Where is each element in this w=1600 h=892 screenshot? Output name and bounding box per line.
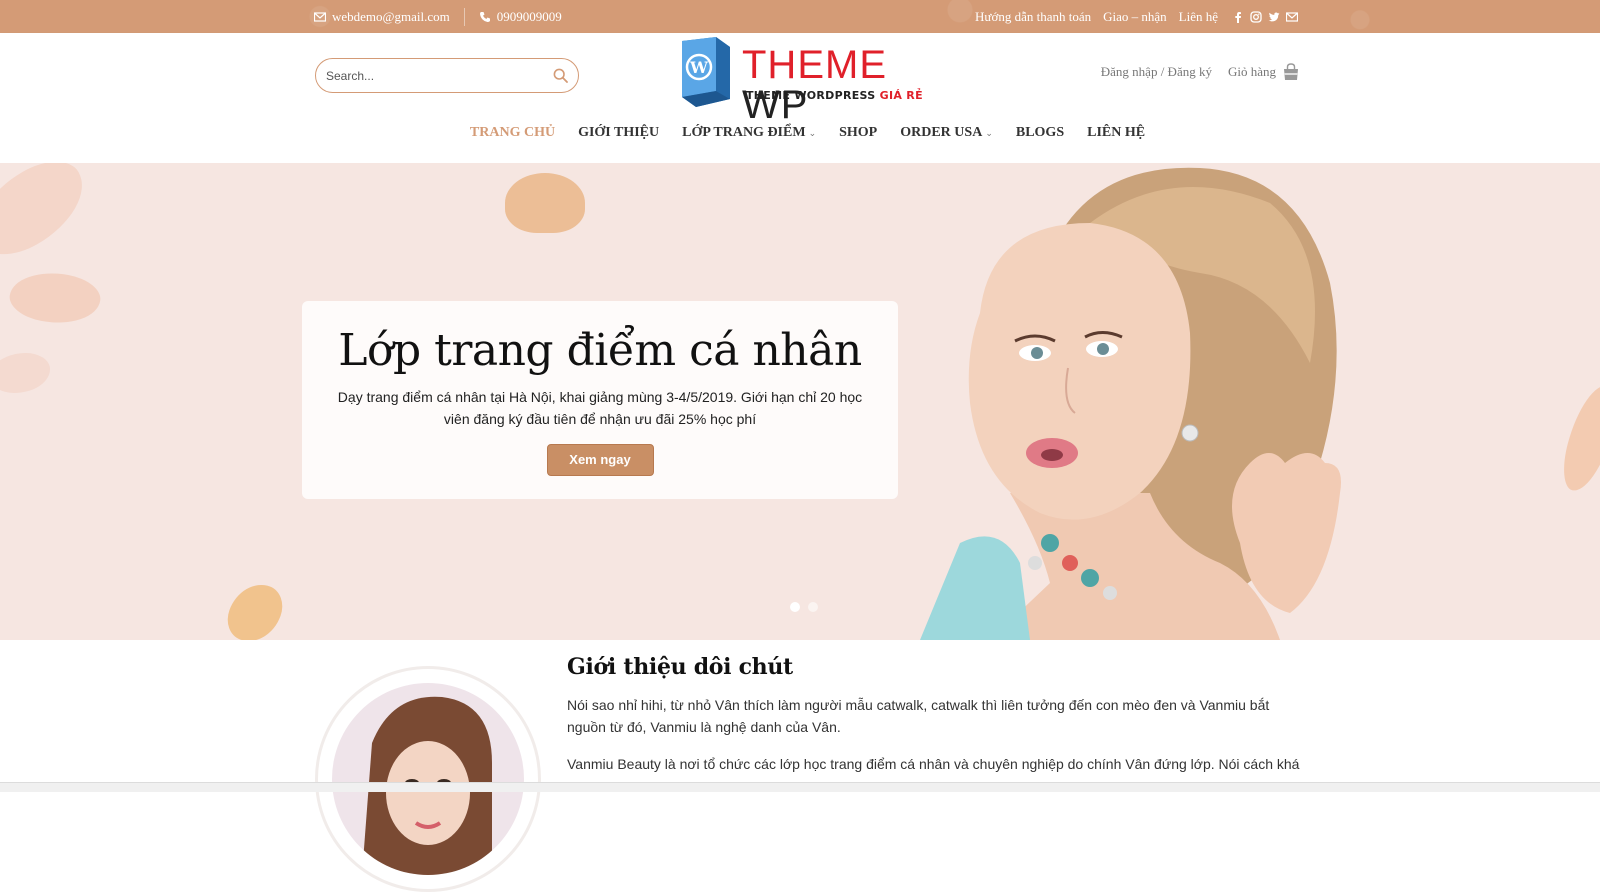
nav-item-contact[interactable]: LIÊN HỆ (1087, 125, 1145, 141)
nav-item-shop[interactable]: SHOP (839, 125, 877, 141)
facebook-icon[interactable] (1232, 11, 1244, 23)
site-header: W THEME WP THEME WORDPRESS GIÁ RẺ Đăng n… (0, 33, 1600, 163)
decorative-petal (221, 576, 289, 640)
email-text: webdemo@gmail.com (332, 8, 450, 24)
shopping-bag-icon (1284, 63, 1298, 80)
slider-dot-2[interactable] (808, 602, 818, 612)
decorative-petal (0, 163, 100, 269)
wordpress-box-icon: W (682, 37, 730, 107)
social-icons (1232, 10, 1298, 23)
instagram-icon[interactable] (1250, 10, 1262, 23)
about-title: Giới thiệu dôi chút (567, 654, 793, 680)
twitter-icon[interactable] (1268, 11, 1280, 23)
cart-link[interactable]: Giỏ hàng (1228, 63, 1300, 81)
search-box[interactable] (315, 58, 579, 93)
site-logo[interactable]: W THEME WP THEME WORDPRESS GIÁ RẺ (676, 35, 951, 125)
phone-link[interactable]: 0909009009 (479, 9, 562, 25)
about-portrait (315, 666, 541, 892)
hero-title: Lớp trang điểm cá nhân (338, 325, 862, 376)
slider-dot-1[interactable] (790, 602, 800, 612)
model-portrait-image (920, 167, 1341, 640)
nav-label: GIỚI THIỆU (578, 125, 660, 140)
nav-label: BLOGS (1015, 125, 1065, 140)
cart-label: Giỏ hàng (1227, 64, 1276, 79)
nav-label: ORDER USA (900, 125, 983, 140)
top-bar: webdemo@gmail.com 0909009009 Hướng dẫn t… (0, 0, 1600, 33)
nav-label: LỚP TRANG ĐIỂM (682, 125, 806, 140)
decorative-petal (1556, 379, 1600, 497)
about-paragraph-2: Vanmiu Beauty là nơi tổ chức các lớp học… (567, 756, 1300, 772)
mail-icon (314, 11, 326, 22)
top-link-contact[interactable]: Liên hệ (1179, 9, 1218, 25)
account-area: Đăng nhập / Đăng ký Giỏ hàng (1101, 63, 1300, 81)
girl-portrait-image (362, 696, 492, 875)
svg-text:W: W (689, 58, 709, 77)
hero-slider[interactable]: Lớp trang điểm cá nhân Dạy trang điểm cá… (0, 163, 1600, 640)
divider (463, 7, 465, 26)
slider-dots (790, 602, 818, 612)
hero-text: Dạy trang điểm cá nhân tại Hà Nội, khai … (337, 389, 863, 427)
nav-label: TRANG CHỦ (469, 125, 556, 140)
logo-wordmark: THEME WP (742, 45, 951, 125)
logo-tagline-red: GIÁ RẺ (879, 89, 923, 102)
nav-item-home[interactable]: TRANG CHỦ (470, 125, 555, 141)
chevron-down-icon: ⌄ (985, 127, 993, 138)
nav-item-about[interactable]: GIỚI THIỆU (578, 125, 659, 141)
view-now-button[interactable]: Xem ngay (546, 444, 654, 476)
main-nav: TRANG CHỦ GIỚI THIỆU LỚP TRANG ĐIỂM ⌄ SHO… (0, 125, 1600, 141)
top-link-payment[interactable]: Hướng dẫn thanh toán (975, 9, 1091, 25)
phone-text: 0909009009 (496, 8, 562, 24)
about-paragraph-1: Nói sao nhỉ hihi, từ nhỏ Vân thích làm n… (567, 697, 1270, 735)
hero-caption-card: Lớp trang điểm cá nhân Dạy trang điểm cá… (302, 301, 898, 499)
chevron-down-icon: ⌄ (808, 127, 817, 138)
browser-bottom-bar (0, 782, 1600, 792)
about-section: Giới thiệu dôi chút Nói sao nhỉ hihi, từ… (0, 640, 1600, 892)
top-link-delivery[interactable]: Giao – nhận (1103, 9, 1167, 25)
decorative-petal (6, 265, 104, 331)
search-input[interactable] (326, 68, 553, 83)
search-icon[interactable] (553, 68, 568, 83)
about-portrait-image (332, 683, 524, 875)
logo-word-theme: THEME (742, 43, 887, 87)
contact-info: webdemo@gmail.com 0909009009 (314, 0, 562, 33)
nav-item-order-usa[interactable]: ORDER USA ⌄ (900, 125, 993, 141)
nav-item-makeup-class[interactable]: LỚP TRANG ĐIỂM ⌄ (682, 125, 816, 141)
top-links: Hướng dẫn thanh toán Giao – nhận Liên hệ (975, 0, 1298, 33)
nav-label: LIÊN HỆ (1087, 125, 1146, 140)
decorative-flower (505, 173, 585, 233)
nav-label: SHOP (839, 125, 878, 140)
login-register-link[interactable]: Đăng nhập / Đăng ký (1101, 64, 1212, 80)
phone-icon (479, 11, 490, 22)
mail-icon[interactable] (1286, 11, 1298, 23)
email-link[interactable]: webdemo@gmail.com (314, 9, 450, 25)
logo-tagline-main: THEME WORDPRESS (746, 89, 876, 102)
nav-item-blogs[interactable]: BLOGS (1016, 125, 1064, 141)
decorative-petal (0, 353, 50, 393)
logo-tagline: THEME WORDPRESS GIÁ RẺ (746, 89, 923, 102)
